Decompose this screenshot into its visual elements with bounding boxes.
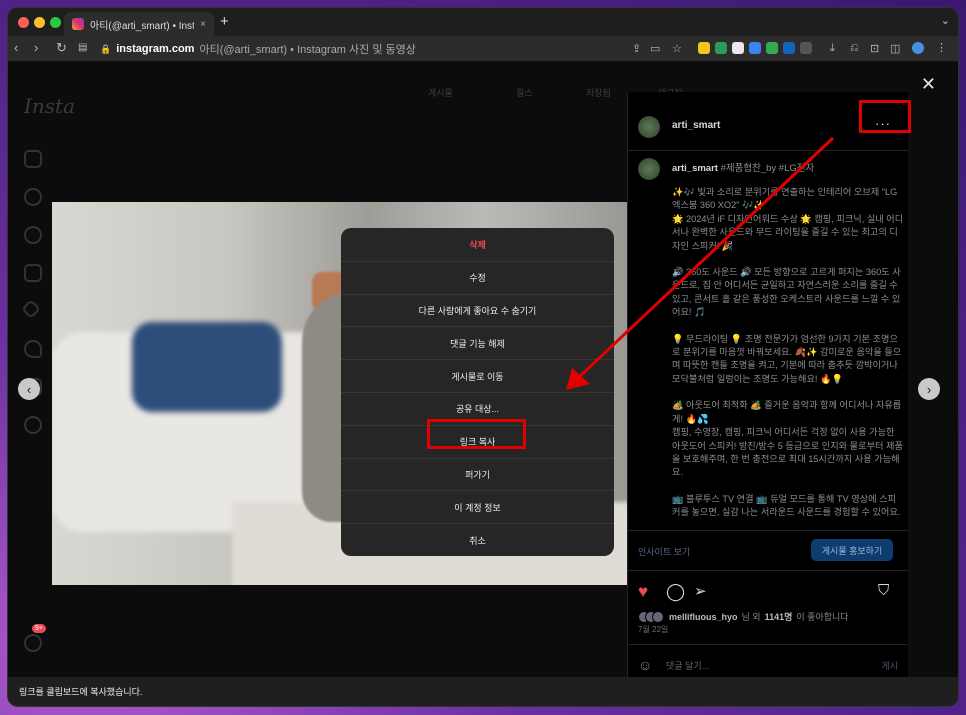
- share-icon[interactable]: ⇪: [632, 42, 641, 55]
- likes-user[interactable]: mellifluous_hyo: [669, 612, 738, 622]
- extension-icon-4[interactable]: [749, 42, 761, 54]
- extension-icon-6[interactable]: [783, 42, 795, 54]
- tab-saved[interactable]: 저장됨: [586, 86, 611, 99]
- search-icon[interactable]: [24, 188, 42, 206]
- extension-icon-1[interactable]: [698, 42, 710, 54]
- capture-icon[interactable]: ⎌: [850, 42, 859, 55]
- tab-title: 아티(@arti_smart) • Instagram: [90, 20, 195, 32]
- notifications-icon[interactable]: [24, 340, 42, 358]
- extension-icon-3[interactable]: [732, 42, 744, 54]
- likes-suffix: 님 외: [741, 612, 761, 622]
- home-icon[interactable]: [24, 150, 42, 168]
- profile-avatar-icon[interactable]: [912, 42, 924, 54]
- extension-icon-5[interactable]: [766, 42, 778, 54]
- caption-paragraph: 🔊 360도 사운드 🔊 모든 방향으로 고르게 퍼지는 360도 사운드로, …: [672, 267, 901, 318]
- author-avatar[interactable]: [638, 116, 660, 138]
- menu-item-hide-likes[interactable]: 다른 사람에게 좋아요 수 숨기기: [341, 293, 614, 327]
- comment-icon[interactable]: ◯: [666, 582, 685, 602]
- actions-divider: [628, 570, 908, 571]
- post-comment-button[interactable]: 게시: [881, 659, 898, 672]
- explore-icon[interactable]: [24, 226, 42, 244]
- next-post-button[interactable]: ›: [918, 378, 940, 400]
- instagram-logo[interactable]: Insta: [24, 94, 75, 118]
- save-bookmark-icon[interactable]: ⛉: [878, 582, 889, 599]
- caption-avatar[interactable]: [638, 158, 660, 180]
- messages-icon[interactable]: [21, 299, 41, 319]
- likes-summary: mellifluous_hyo 님 외 1141명 이 좋아합니다: [638, 610, 849, 623]
- profile-icon[interactable]: [24, 416, 42, 434]
- likes-count[interactable]: 1141명: [765, 610, 793, 623]
- comment-input[interactable]: 댓글 달기...: [666, 659, 709, 672]
- clipboard-toast: 링크를 클립보드에 복사했습니다.: [8, 677, 958, 706]
- caption-paragraph: 💡 무드라이팅 💡 조명 전문가가 엄선한 9가지 기본 조명으로 분위기를 마…: [672, 333, 902, 384]
- browser-window: 아티(@arti_smart) • Instagram × + ⌄ ‹ › ↻ …: [8, 8, 958, 706]
- lock-icon: 🔒: [100, 43, 112, 54]
- url-domain: instagram.com: [116, 43, 195, 55]
- close-overlay-icon[interactable]: ✕: [921, 74, 936, 95]
- caption-paragraph: 🏕️ 아웃도어 최적화 🏕️ 즐거운 음악과 함께 어디서나 자유롭게! 🔥💦 …: [672, 400, 903, 478]
- pillow-shape: [132, 322, 282, 412]
- screen-icon[interactable]: ▭: [650, 42, 660, 55]
- post-detail-panel: arti_smart ··· arti_smart #제품협찬_by #LG전자…: [627, 92, 908, 685]
- forward-icon[interactable]: ›: [34, 40, 38, 55]
- menu-item-cancel[interactable]: 취소: [341, 523, 614, 556]
- post-date: 7월 22일: [638, 625, 669, 634]
- url-field[interactable]: 🔒 instagram.com 아티(@arti_smart) • Instag…: [100, 40, 416, 58]
- caption-header: arti_smart #제품협찬_by #LG전자: [672, 160, 904, 174]
- maximize-window-button[interactable]: [50, 17, 61, 28]
- author-handle[interactable]: arti_smart: [672, 120, 720, 131]
- likes-tail: 이 좋아합니다: [796, 612, 849, 622]
- reader-icon[interactable]: ▤: [78, 42, 87, 53]
- menu-dots-icon[interactable]: ⋮: [936, 41, 947, 54]
- menu-item-edit[interactable]: 수정: [341, 260, 614, 294]
- screenshot-icon[interactable]: ⊡: [870, 42, 879, 55]
- address-bar: ‹ › ↻ ▤ 🔒 instagram.com 아티(@arti_smart) …: [8, 36, 958, 62]
- insights-divider: [628, 530, 908, 531]
- menu-item-embed[interactable]: 퍼가기: [341, 457, 614, 491]
- liker-avatar: [652, 610, 664, 623]
- emoji-icon[interactable]: ☺: [638, 657, 652, 673]
- tab-overflow-icon[interactable]: ⌄: [941, 14, 950, 27]
- annotation-box-copy-link: [427, 419, 526, 449]
- caption-body: ✨🎶 빛과 소리로 분위기를 연출하는 인테리어 오브제 "LG 엑스붐 360…: [672, 186, 904, 516]
- menu-item-about-account[interactable]: 이 계정 정보: [341, 490, 614, 523]
- reload-icon[interactable]: ↻: [56, 40, 67, 56]
- insights-link[interactable]: 인사이트 보기: [638, 545, 690, 558]
- caption-paragraph: 📺 블루투스 TV 연결 📺 듀얼 모드를 통해 TV 영상에 스피커를 놓으면…: [672, 493, 901, 516]
- instagram-icon: [72, 18, 84, 30]
- url-page-title: 아티(@arti_smart) • Instagram 사진 및 동영상: [199, 44, 416, 56]
- threads-icon[interactable]: [24, 634, 42, 652]
- download-icon[interactable]: ⤓: [830, 42, 835, 55]
- notification-badge: 9+: [32, 624, 46, 633]
- tab-posts[interactable]: 게시물: [428, 86, 453, 99]
- header-divider: [628, 150, 908, 151]
- close-window-button[interactable]: [18, 17, 29, 28]
- tab-instagram[interactable]: 아티(@arti_smart) • Instagram ×: [64, 12, 214, 36]
- bookmark-star-icon[interactable]: ☆: [672, 42, 682, 55]
- sidebar-icon[interactable]: ◫: [890, 42, 900, 55]
- menu-item-turn-off-comments[interactable]: 댓글 기능 해제: [341, 326, 614, 359]
- tab-bar: 아티(@arti_smart) • Instagram × + ⌄: [8, 8, 958, 36]
- share-send-icon[interactable]: ➢: [694, 582, 707, 600]
- previous-post-button[interactable]: ‹: [18, 378, 40, 400]
- menu-item-go-to-post[interactable]: 게시물로 이동: [341, 359, 614, 392]
- annotation-box-more-options: [859, 100, 911, 133]
- close-tab-icon[interactable]: ×: [200, 19, 206, 30]
- post-options-modal: 삭제 수정 다른 사람에게 좋아요 수 숨기기 댓글 기능 해제 게시물로 이동…: [341, 228, 614, 556]
- back-icon[interactable]: ‹: [14, 40, 18, 55]
- tab-reels[interactable]: 릴스: [516, 86, 533, 99]
- liker-avatars: [638, 610, 664, 623]
- extension-icon-2[interactable]: [715, 42, 727, 54]
- caption-tags: #제품협찬_by #LG전자: [720, 163, 815, 174]
- minimize-window-button[interactable]: [34, 17, 45, 28]
- caption-author[interactable]: arti_smart: [672, 163, 718, 174]
- menu-item-delete[interactable]: 삭제: [341, 228, 614, 261]
- promote-post-button[interactable]: 게시물 홍보하기: [811, 539, 893, 561]
- instagram-page: Insta 9+ 게시물 릴스 저장됨 태그됨 ✕ ‹ › arti_smart: [8, 62, 958, 706]
- like-heart-icon[interactable]: ♥: [638, 582, 648, 602]
- new-tab-button[interactable]: +: [220, 13, 229, 30]
- reels-icon[interactable]: [24, 264, 42, 282]
- caption-paragraph: ✨🎶 빛과 소리로 분위기를 연출하는 인테리어 오브제 "LG 엑스붐 360…: [672, 187, 904, 251]
- extension-icon-7[interactable]: [800, 42, 812, 54]
